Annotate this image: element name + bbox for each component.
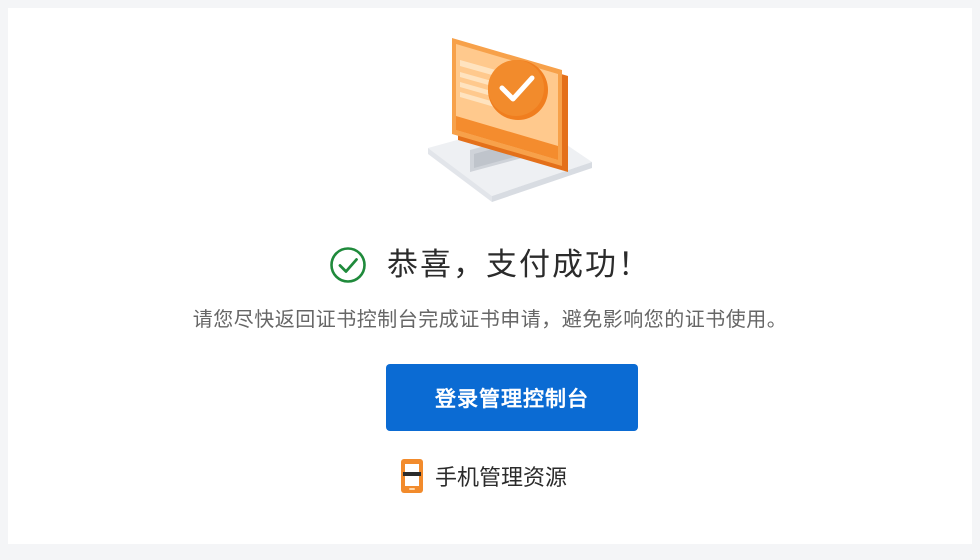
success-subtitle: 请您尽快返回证书控制台完成证书申请，避免影响您的证书使用。	[192, 307, 788, 331]
mobile-phone-icon	[399, 457, 427, 495]
payment-success-page: 恭喜，支付成功！ 请您尽快返回证书控制台完成证书申请，避免影响您的证书使用。 登…	[0, 0, 980, 560]
mobile-manage-label: 手机管理资源	[434, 466, 567, 491]
check-circle-icon	[329, 246, 367, 284]
success-header: 恭喜，支付成功！	[0, 238, 980, 292]
login-console-button[interactable]: 登录管理控制台	[386, 364, 638, 431]
monitor-certificate-illustration	[410, 20, 610, 220]
mobile-manage-link[interactable]: 手机管理资源	[0, 455, 980, 497]
monitor-certificate-icon	[428, 38, 592, 202]
success-title: 恭喜，支付成功！	[387, 247, 651, 283]
